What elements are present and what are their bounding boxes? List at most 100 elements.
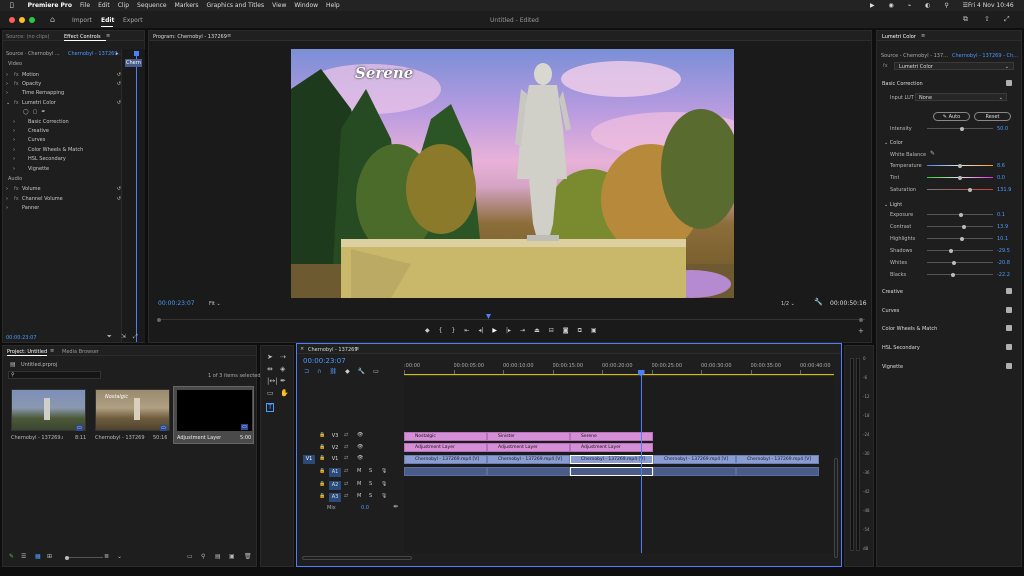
video-clip[interactable]: Chernobyl - 137269.mp4 [V] [736,455,819,464]
tab-import[interactable]: Import [72,17,92,24]
mix-value[interactable]: 0.0 [361,505,369,511]
tab-media-browser[interactable]: Media Browser [62,349,99,355]
reset-icon[interactable]: ↺ [117,186,121,192]
eye-icon[interactable]: 👁 [357,444,363,450]
slider-knob[interactable] [958,163,962,168]
mark-in-icon[interactable]: { [439,327,443,337]
sync-icon[interactable]: ⇄ [344,468,348,474]
program-tab[interactable]: Program: Chernobyl - 137269 [153,34,227,40]
time-ruler[interactable]: :00:00 00:00:05:00 00:00:10:00 00:00:15:00 0… [404,360,834,376]
lumetri-sub-creative[interactable]: › Creative [13,126,49,135]
slider-knob[interactable] [968,187,972,192]
ec-fit-icon[interactable]: ⤢ [133,333,138,340]
adjust-slider[interactable] [927,236,993,241]
lumetri-tab[interactable]: Lumetri Color [882,34,916,40]
menu-view[interactable]: View [272,2,286,9]
hand-tool-icon[interactable]: ✋ [280,390,289,397]
slider-knob[interactable] [959,212,963,217]
nest-icon[interactable]: ⊐ [304,368,309,375]
menu-help[interactable]: Help [326,2,340,9]
fit-select[interactable]: Fit ⌄ [209,301,221,307]
reset-icon[interactable]: ↺ [117,100,121,106]
scrub-right-handle[interactable] [859,318,863,322]
solo-button[interactable]: S [369,468,372,474]
effect-opacity[interactable]: › fx Opacity ↺ [6,79,121,88]
add-button-icon[interactable]: + [858,328,864,335]
apple-icon[interactable]:  [10,2,14,9]
timeline-v-scrollbar[interactable] [834,458,838,558]
adjust-slider[interactable] [927,248,993,253]
pen-tool-icon[interactable]: ✒ [280,378,286,385]
audio-clip[interactable] [404,467,487,476]
eyedropper-icon[interactable]: ✎ [930,150,935,157]
basic-enabled-checkbox[interactable] [1006,80,1012,86]
tab-edit[interactable]: Edit [101,17,114,24]
audio-clip[interactable] [653,467,736,476]
intensity-slider[interactable] [927,126,993,131]
reset-icon[interactable]: ↺ [117,81,121,87]
slider-knob[interactable] [962,224,966,229]
ec-export-icon[interactable]: ⇲ [121,333,126,340]
track-target[interactable]: A2 [329,481,341,490]
marker-icon[interactable]: ◆ [425,327,430,337]
selection-tool-icon[interactable]: ➤ [267,354,273,361]
thumb-size-slider[interactable] [65,555,103,560]
sort-icon[interactable]: ≣ [104,553,109,560]
menu-window[interactable]: Window [294,2,318,9]
rectangle-tool-icon[interactable]: ▭ [267,390,274,397]
quick-export-icon[interactable]: ⧉ [963,16,968,23]
lock-icon[interactable]: 🔒 [319,444,325,450]
resolution-select[interactable]: 1/2 ⌄ [781,301,795,307]
go-to-out-icon[interactable]: ⇥ [520,327,525,337]
program-menu-icon[interactable]: ≡ [227,33,231,39]
tab-source[interactable]: Source: (no clips) [6,34,49,40]
project-item-2[interactable]: ▭ Adjustment Layer 5:00 [173,386,254,444]
track-select-tool-icon[interactable]: ⇢ [280,354,286,361]
intensity-value[interactable]: 50.0 [997,126,1008,132]
effect-lumetri[interactable]: ⌄ fx Lumetri Color ↺ [6,98,121,107]
adjust-slider[interactable] [927,187,993,192]
slider-value[interactable]: -20.8 [997,260,1010,266]
curves-checkbox[interactable] [1006,307,1012,313]
adjust-slider[interactable] [927,175,993,180]
slider-value[interactable]: 8.6 [997,163,1005,169]
program-video-frame[interactable]: Serene [291,49,734,298]
slider-knob[interactable] [949,248,953,253]
solo-button[interactable]: S [369,493,372,499]
lumetri-sub-basic[interactable]: › Basic Correction [13,117,69,126]
timeline-tab[interactable]: Chernobyl - 137269 [308,347,358,353]
add-marker-icon[interactable]: ◆ [345,368,350,375]
slider-value[interactable]: 13.9 [997,224,1008,230]
slider-value[interactable]: 10.1 [997,236,1008,242]
lumetri-sub-curves[interactable]: › Curves [13,135,45,144]
app-menu[interactable]: Premiere Pro [28,2,72,9]
home-icon[interactable]: ⌂ [50,16,55,24]
timeline-playhead[interactable] [637,370,645,553]
menu-clip[interactable]: Clip [118,2,129,9]
slider-value[interactable]: 0.1 [997,212,1005,218]
eye-icon[interactable]: 👁 [357,455,363,461]
captions-icon[interactable]: ▭ [373,368,379,375]
lumetri-seq[interactable]: Chernobyl - 137269 - Ch... [952,53,1018,59]
effect-panner[interactable]: › Panner [6,203,121,212]
lumetri-effect-select[interactable]: Lumetri Color ⌄ [894,62,1014,70]
step-back-icon[interactable]: ◂| [478,327,483,337]
lumetri-menu-icon[interactable]: ≡ [921,33,925,39]
scrub-left-handle[interactable] [157,318,161,322]
title-clip[interactable]: Nostalgic [404,432,487,441]
lock-icon[interactable]: 🔒 [319,481,325,487]
v1-source-patch[interactable]: V1 [303,455,315,464]
compare-icon[interactable]: ⧉ [578,327,582,337]
slider-knob[interactable] [951,272,955,277]
new-bin-icon[interactable]: ▭ [187,553,193,560]
adjust-slider[interactable] [927,224,993,229]
video-clip[interactable]: Chernobyl - 137269.mp4 [V] [404,455,487,464]
effect-volume[interactable]: › fx Volume ↺ [6,184,121,193]
eye-icon[interactable]: 👁 [357,432,363,438]
sync-lock-icon[interactable]: ⇄ [344,455,348,461]
lift-icon[interactable]: ⏏ [534,327,540,337]
section-curves[interactable]: Curves [882,308,899,314]
track-target[interactable]: A3 [329,493,341,502]
title-clip[interactable]: Sinister [487,432,570,441]
color-section-title[interactable]: ⌄ Color [884,140,903,146]
